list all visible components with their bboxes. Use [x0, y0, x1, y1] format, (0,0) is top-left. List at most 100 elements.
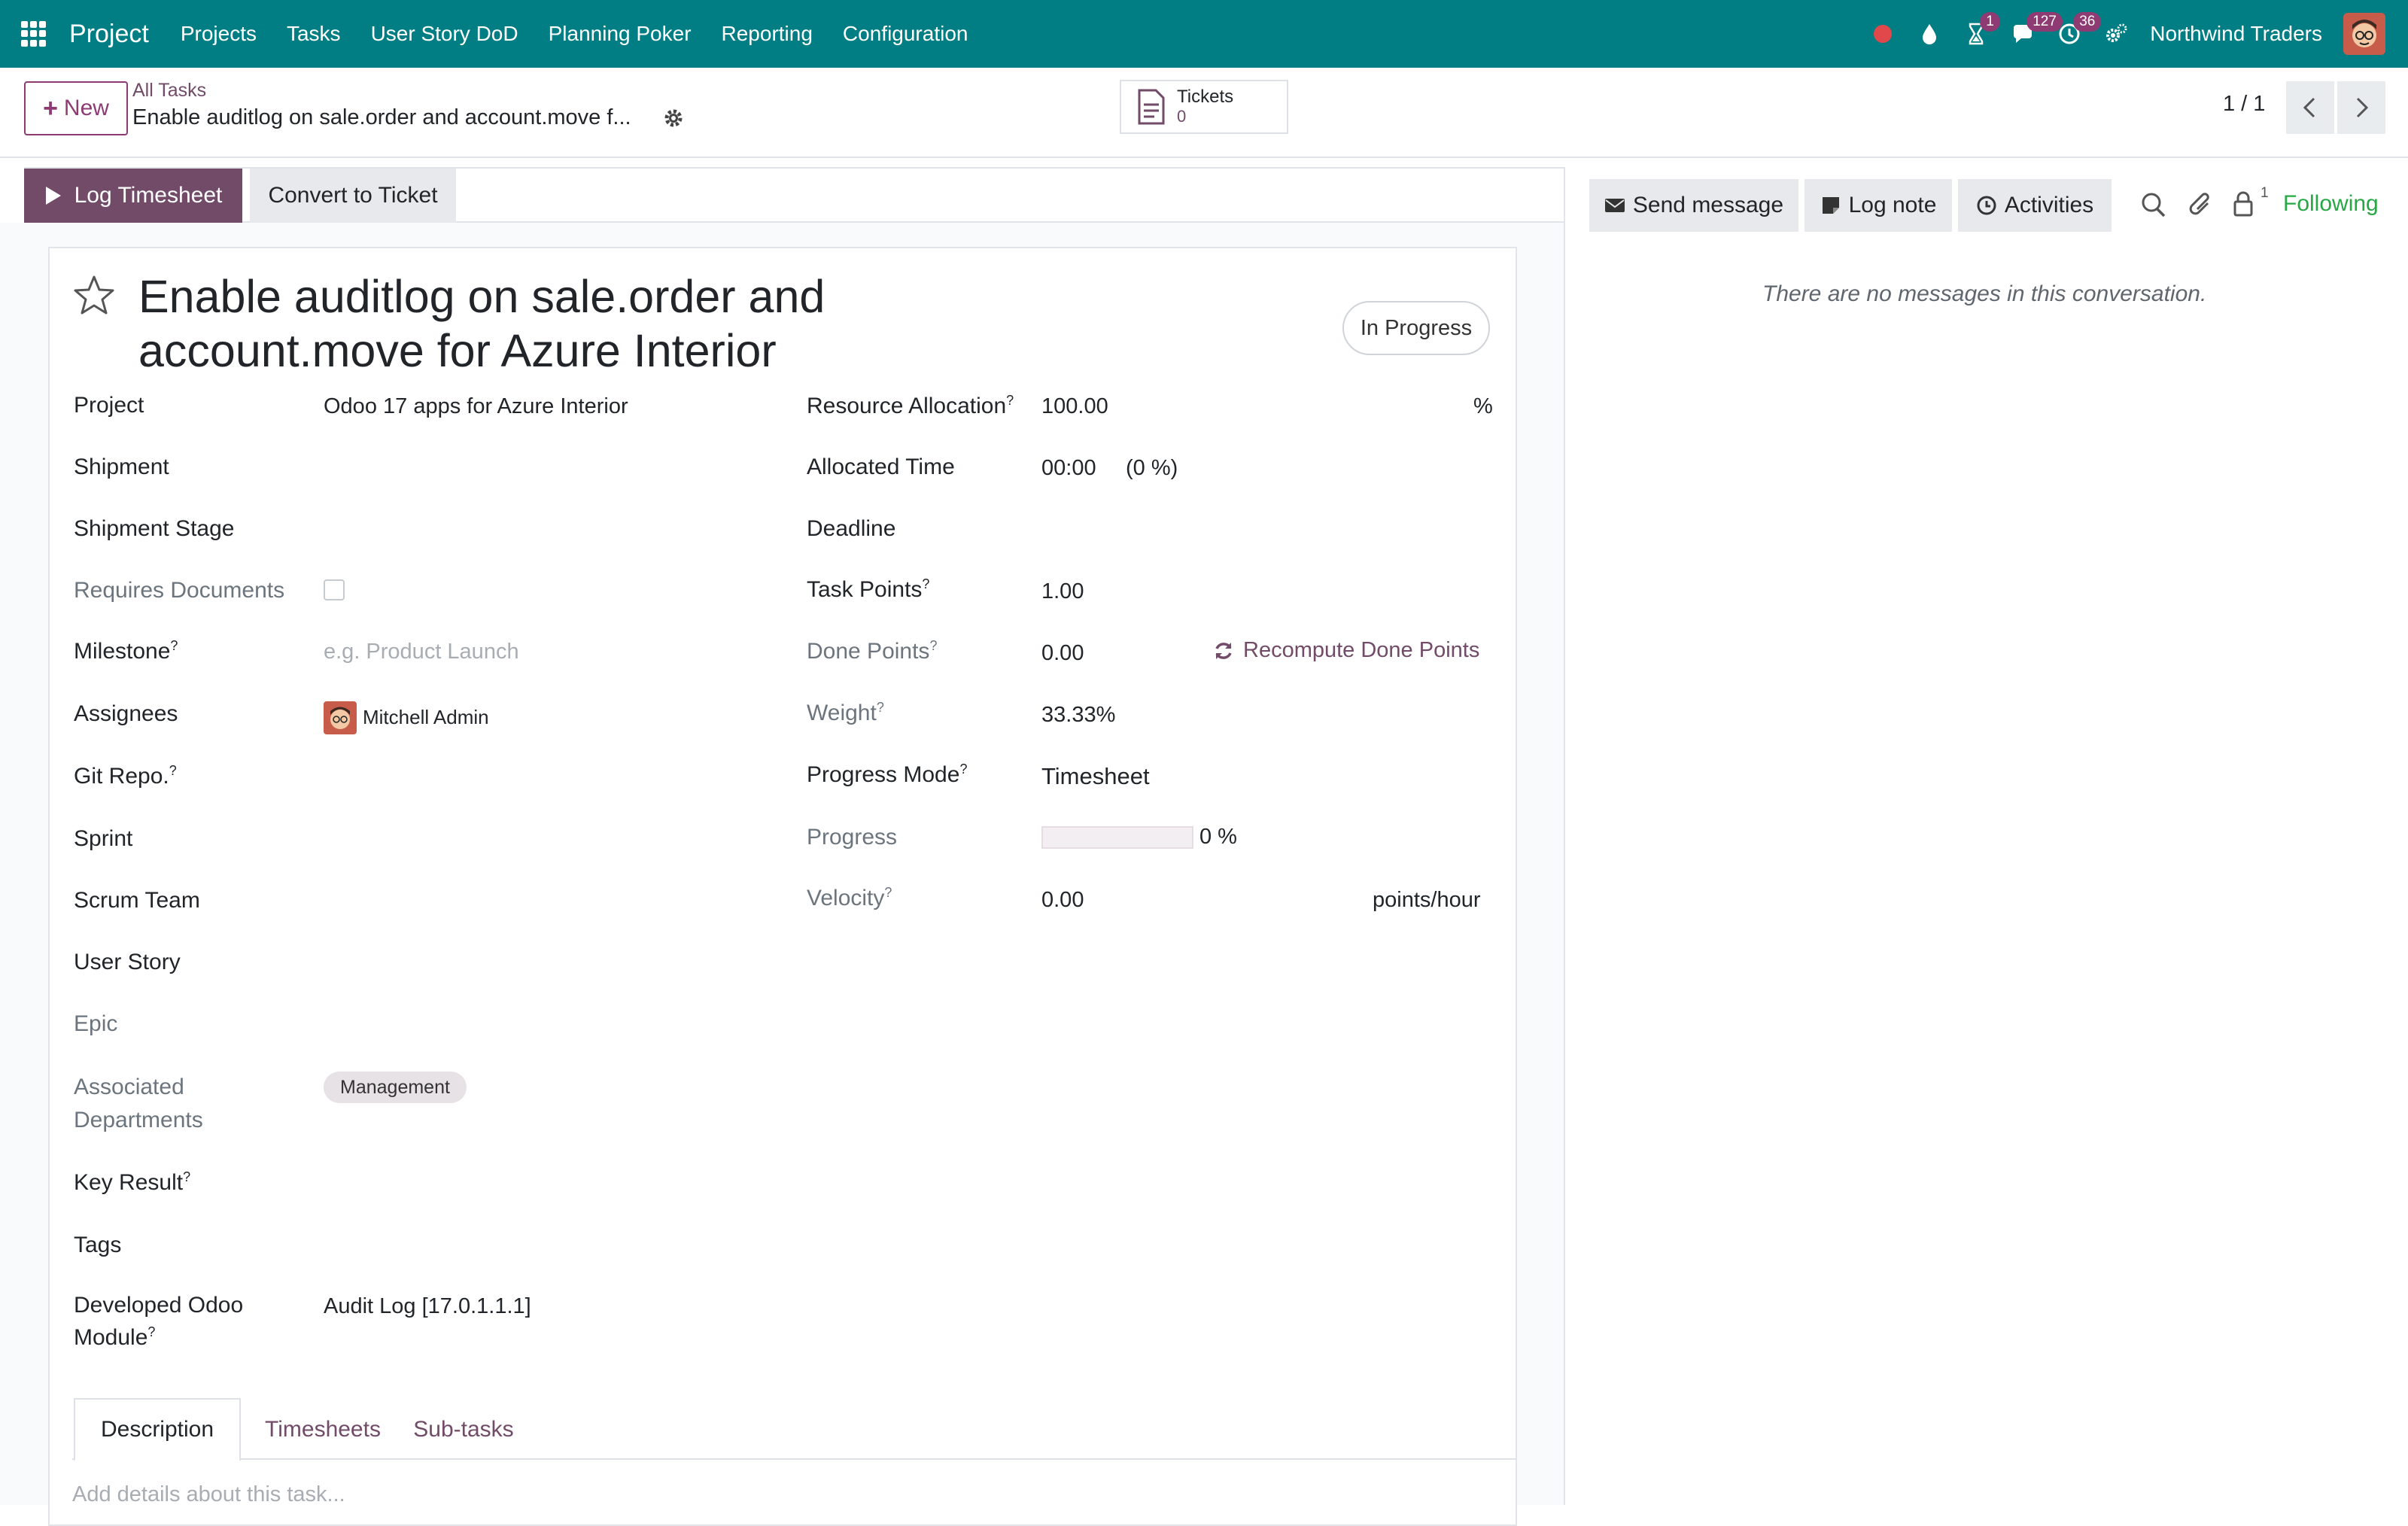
activity-button[interactable]: 1: [1953, 0, 2000, 68]
help-mark: ?: [959, 761, 968, 777]
gear-icon[interactable]: [662, 107, 685, 129]
description-editor[interactable]: Add details about this task...: [72, 1482, 345, 1507]
task-points-field[interactable]: 1.00: [1041, 579, 1084, 604]
tab-timesheets[interactable]: Timesheets: [253, 1398, 393, 1461]
send-message-button[interactable]: Send message: [1589, 179, 1798, 232]
associated-departments-label-2: Departments: [74, 1108, 203, 1132]
paperclip-icon[interactable]: [2187, 188, 2217, 221]
user-story-label: User Story: [74, 950, 181, 974]
breadcrumb-current-task: Enable auditlog on sale.order and accoun…: [132, 105, 631, 129]
tab-sub-tasks[interactable]: Sub-tasks: [403, 1398, 524, 1461]
log-note-button[interactable]: Log note: [1804, 179, 1952, 232]
activities-button[interactable]: Activities: [1958, 179, 2112, 232]
menu-tasks[interactable]: Tasks: [272, 22, 356, 46]
help-mark: ?: [147, 1324, 156, 1339]
help-mark: ?: [169, 763, 177, 778]
pager-next-button[interactable]: [2337, 81, 2385, 134]
sprint-label: Sprint: [74, 826, 133, 851]
shipment-label: Shipment: [74, 454, 169, 479]
chevron-right-icon: [2356, 97, 2369, 118]
assignee-name[interactable]: Mitchell Admin: [363, 706, 489, 729]
velocity-unit: points/hour: [1373, 888, 1481, 912]
messages-button[interactable]: 127: [1999, 0, 2063, 68]
menu-configuration[interactable]: Configuration: [828, 22, 984, 46]
resource-allocation-label: Resource Allocation?: [807, 393, 1014, 419]
allocated-time-percent: (0 %): [1126, 456, 1178, 480]
epic-label: Epic: [74, 1011, 118, 1036]
scrum-team-label: Scrum Team: [74, 888, 200, 913]
progress-text: 0 %: [1199, 825, 1237, 849]
envelope-icon: [1604, 199, 1625, 212]
pager-previous-button[interactable]: [2286, 81, 2334, 134]
activities-label: Activities: [2004, 193, 2094, 217]
clock-icon: [1977, 196, 1996, 215]
pager-value[interactable]: 1 / 1: [2223, 92, 2265, 117]
requires-documents-checkbox[interactable]: [324, 579, 345, 600]
form-sheet: [48, 247, 1517, 1526]
following-button[interactable]: Following: [2283, 191, 2379, 217]
developed-module-label-1: Developed Odoo: [74, 1293, 244, 1318]
drop-button[interactable]: [1906, 0, 1953, 68]
settings-button[interactable]: [2093, 0, 2139, 68]
help-mark: ?: [929, 638, 938, 653]
follower-lock-icon[interactable]: [2229, 188, 2259, 221]
help-mark: ?: [170, 638, 178, 653]
company-switcher[interactable]: Northwind Traders: [2150, 22, 2322, 46]
new-button-label: New: [63, 96, 109, 120]
convert-to-ticket-button[interactable]: Convert to Ticket: [250, 169, 456, 223]
developed-module-field[interactable]: Audit Log [17.0.1.1.1]: [324, 1294, 531, 1319]
shipment-stage-label: Shipment Stage: [74, 516, 235, 541]
milestone-label: Milestone?: [74, 638, 178, 664]
systray: 1 127 36 Northwind Traders: [1859, 0, 2408, 68]
apps-menu-icon[interactable]: [21, 21, 47, 47]
task-points-label-text: Task Points: [807, 577, 923, 602]
project-field[interactable]: Odoo 17 apps for Azure Interior: [324, 394, 628, 419]
menu-user-story-dod[interactable]: User Story DoD: [356, 22, 534, 46]
refresh-icon: [1215, 642, 1232, 659]
menu-planning-poker[interactable]: Planning Poker: [534, 22, 707, 46]
developed-module-label-text: Module: [74, 1325, 148, 1350]
tickets-smart-button[interactable]: Tickets 0: [1120, 80, 1288, 134]
help-mark: ?: [183, 1169, 191, 1184]
stage-status-button[interactable]: In Progress: [1342, 301, 1490, 355]
done-points-label: Done Points?: [807, 638, 937, 664]
app-brand[interactable]: Project: [69, 20, 149, 49]
tickets-label: Tickets: [1177, 87, 1234, 107]
task-title[interactable]: Enable auditlog on sale.order and accoun…: [138, 269, 951, 378]
record-button[interactable]: [1859, 0, 1906, 68]
tab-description[interactable]: Description: [74, 1398, 241, 1461]
new-button[interactable]: + New: [24, 81, 128, 135]
log-timesheet-button[interactable]: Log Timesheet: [24, 169, 242, 223]
department-tag[interactable]: Management: [324, 1072, 467, 1103]
recompute-done-points-button[interactable]: Recompute Done Points: [1213, 638, 1479, 663]
menu-projects[interactable]: Projects: [166, 22, 272, 46]
assignee-avatar: [324, 701, 357, 734]
milestone-input[interactable]: e.g. Product Launch: [324, 640, 519, 664]
tickets-count: 0: [1177, 107, 1187, 126]
star-icon[interactable]: [72, 274, 116, 318]
activity-badge: 1: [1980, 12, 2000, 32]
resource-allocation-field[interactable]: 100.00: [1041, 394, 1108, 419]
key-result-label-text: Key Result: [74, 1170, 184, 1195]
log-timesheet-label: Log Timesheet: [74, 183, 223, 208]
resource-allocation-unit: %: [1473, 394, 1493, 418]
follower-count: 1: [2261, 185, 2269, 201]
progress-mode-select[interactable]: Timesheet: [1041, 763, 1150, 790]
search-icon[interactable]: [2139, 188, 2169, 221]
done-points-label-text: Done Points: [807, 639, 930, 664]
menu-reporting[interactable]: Reporting: [707, 22, 828, 46]
user-avatar[interactable]: [2343, 13, 2385, 55]
recompute-label: Recompute Done Points: [1243, 638, 1480, 662]
associated-departments-label-1: Associated: [74, 1075, 184, 1099]
allocated-time-label: Allocated Time: [807, 454, 955, 479]
progress-bar: [1041, 826, 1193, 849]
help-mark: ?: [876, 700, 884, 715]
help-mark: ?: [884, 885, 892, 900]
allocated-time-field[interactable]: 00:00: [1041, 456, 1096, 481]
task-points-label: Task Points?: [807, 576, 929, 603]
progress-mode-label: Progress Mode?: [807, 761, 967, 788]
breadcrumb-all-tasks[interactable]: All Tasks: [132, 80, 206, 102]
empty-conversation-message: There are no messages in this conversati…: [1762, 281, 2207, 306]
key-result-label: Key Result?: [74, 1169, 190, 1196]
timer-button[interactable]: 36: [2046, 0, 2102, 68]
